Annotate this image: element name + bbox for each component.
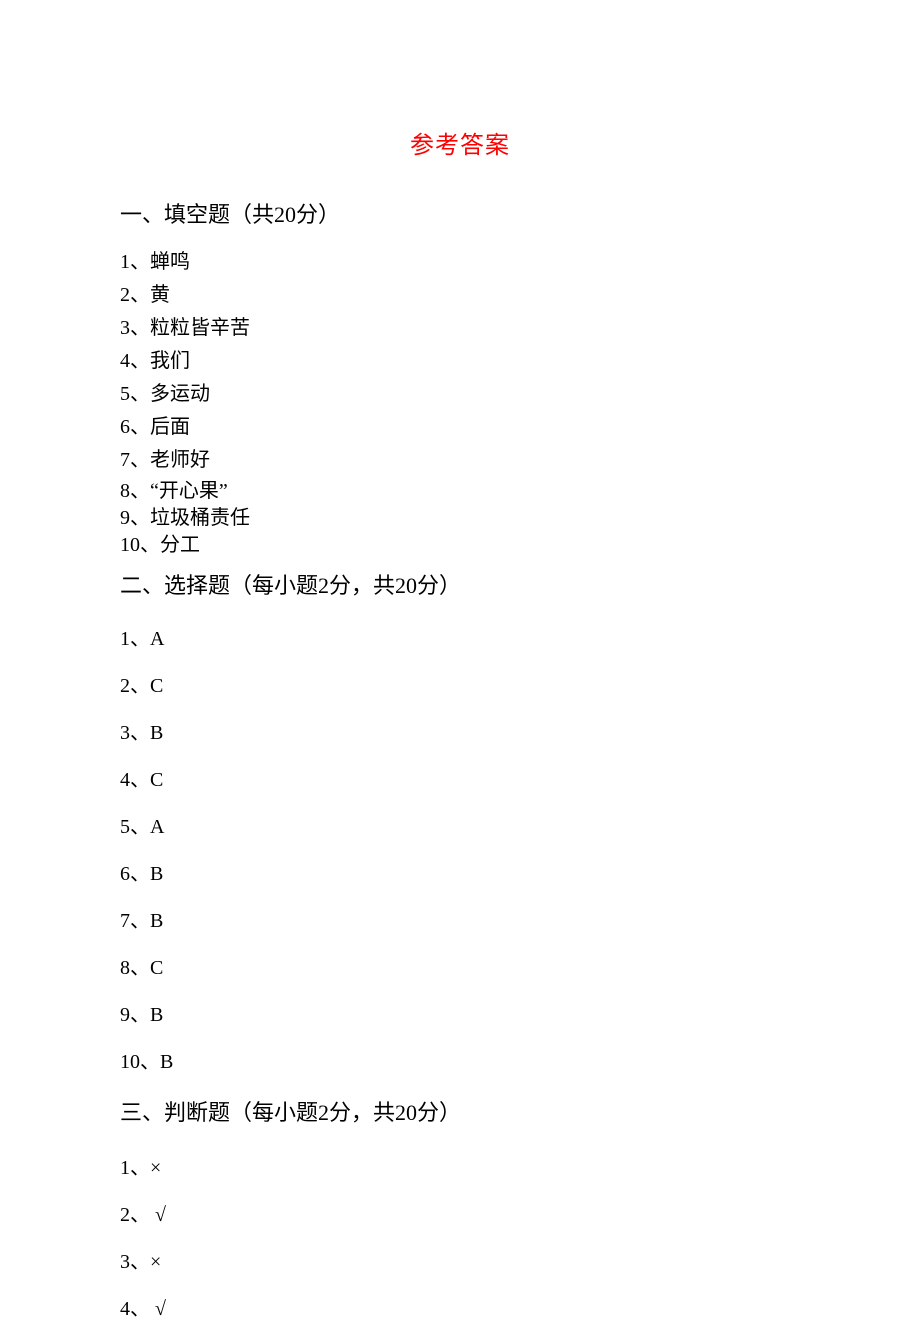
s1-item-6: 6、后面 (120, 412, 800, 443)
s2-item-8: 8、C (120, 953, 800, 984)
s2-item-2: 2、C (120, 671, 800, 702)
s1-item-2: 2、黄 (120, 280, 800, 311)
s3-item-4: 4、 √ (120, 1294, 800, 1325)
s1-item-9: 9、垃圾桶责任 (120, 505, 800, 532)
s3-item-2: 2、 √ (120, 1200, 800, 1231)
document-title: 参考答案 (120, 125, 800, 160)
s2-item-1: 1、A (120, 624, 800, 655)
section-2-heading: 二、选择题（每小题2分，共20分） (120, 569, 800, 602)
s2-item-3: 3、B (120, 718, 800, 749)
s1-item-5: 5、多运动 (120, 379, 800, 410)
s3-item-1: 1、× (120, 1153, 800, 1184)
s1-item-1: 1、蝉鸣 (120, 247, 800, 278)
section-3-heading: 三、判断题（每小题2分，共20分） (120, 1096, 800, 1129)
section-1-heading: 一、填空题（共20分） (120, 198, 800, 231)
s1-item-10: 10、分工 (120, 532, 800, 559)
s1-item-7: 7、老师好 (120, 445, 800, 476)
s3-item-3: 3、× (120, 1247, 800, 1278)
s2-item-5: 5、A (120, 812, 800, 843)
s2-item-4: 4、C (120, 765, 800, 796)
s2-item-9: 9、B (120, 1000, 800, 1031)
s2-item-6: 6、B (120, 859, 800, 890)
s1-item-8: 8、“开心果” (120, 478, 800, 505)
page-container: 参考答案 一、填空题（共20分） 1、蝉鸣 2、黄 3、粒粒皆辛苦 4、我们 5… (0, 0, 920, 1325)
s1-item-4: 4、我们 (120, 346, 800, 377)
s2-item-7: 7、B (120, 906, 800, 937)
s2-item-10: 10、B (120, 1047, 800, 1078)
s1-item-3: 3、粒粒皆辛苦 (120, 313, 800, 344)
